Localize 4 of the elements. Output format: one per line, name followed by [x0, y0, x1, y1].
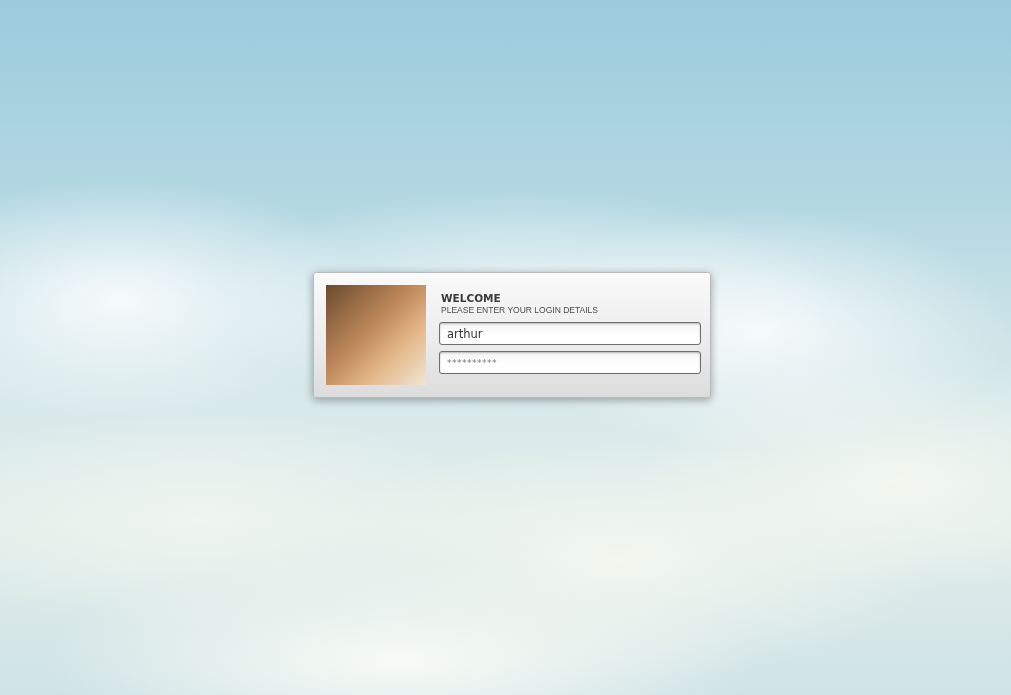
username-field[interactable]: arthur [439, 322, 701, 345]
password-field[interactable]: ********** [439, 351, 701, 374]
login-instructions: PLEASE ENTER YOUR LOGIN DETAILS [440, 305, 599, 316]
welcome-title: WELCOME [440, 292, 502, 305]
